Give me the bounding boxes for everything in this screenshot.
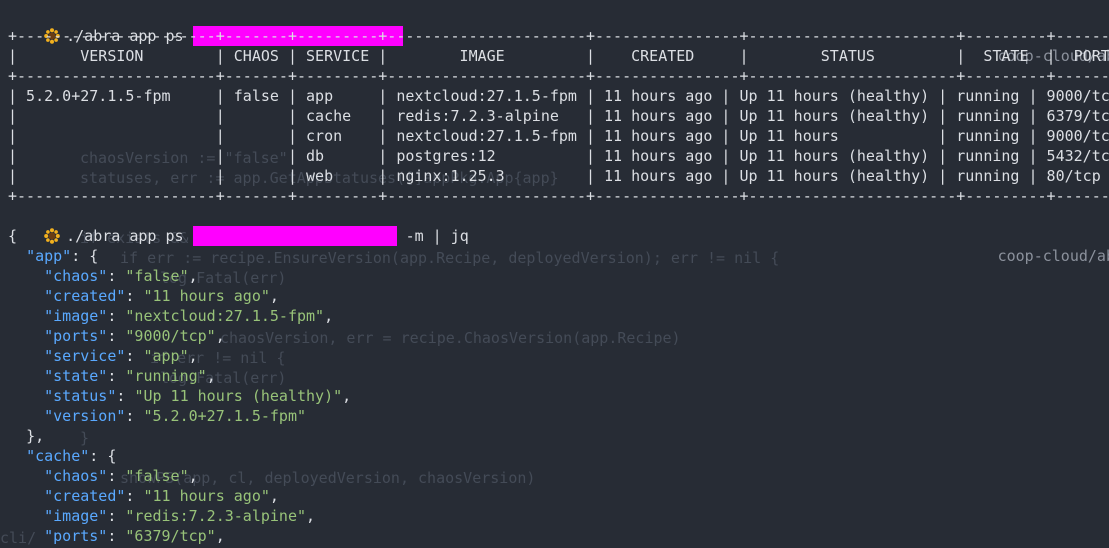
json-field: "state": "running",: [44, 367, 216, 385]
table-border-mid: +----------------------+-------+--------…: [8, 67, 1109, 85]
json-close-app: },: [26, 427, 45, 445]
json-field: "chaos": "false",: [44, 467, 198, 485]
json-field: "image": "redis:7.2.3-alpine",: [44, 507, 316, 525]
prompt-line-2: ./abra app ps -m | jq coop-cloud/ab: [8, 206, 1109, 265]
json-object-cache: "cache": {: [26, 447, 117, 465]
json-open-brace: {: [8, 227, 18, 245]
json-key: "app": [26, 247, 72, 265]
json-object-app: "app": {: [26, 247, 99, 265]
table-border-bottom: +----------------------+-------+--------…: [8, 187, 1109, 205]
ghost-line: if err := recipe.EnsureVersion(app.Recip…: [120, 249, 780, 267]
table-border-top: +----------------------+-------+--------…: [8, 27, 1109, 45]
json-key: "cache": [26, 447, 90, 465]
ghost-line: }: [80, 429, 90, 447]
json-field: "created": "11 hours ago",: [44, 287, 279, 305]
cwd-label: coop-cloud/ab: [997, 247, 1109, 265]
json-field: "created": "11 hours ago",: [44, 487, 279, 505]
table-row: | | | db | postgres:12 | 11 hours ago | …: [8, 147, 1109, 165]
prompt-line-1: ./abra app ps coop-cloud/ab: [8, 6, 1109, 65]
table-row: | 5.2.0+27.1.5-fpm | false | app | nextc…: [8, 87, 1109, 105]
json-field: "version": "5.2.0+27.1.5-fpm": [44, 407, 307, 425]
table-row: | | | web | nginx:1.25.3 | 11 hours ago …: [8, 167, 1109, 185]
json-field: "chaos": "false",: [44, 267, 198, 285]
json-field: "service": "app",: [44, 347, 198, 365]
json-field: "image": "nextcloud:27.1.5-fpm",: [44, 307, 334, 325]
json-field: "ports": "6379/tcp",: [44, 527, 225, 545]
command-flags: -m | jq: [405, 227, 469, 245]
json-field: "status": "Up 11 hours (healthy)",: [44, 387, 352, 405]
table-row: | | | cron | nextcloud:27.1.5-fpm | 11 h…: [8, 127, 1109, 145]
sunflower-icon: [44, 228, 60, 244]
table-row: | | | cache | redis:7.2.3-alpine | 11 ho…: [8, 107, 1109, 125]
table-header: | VERSION | CHAOS | SERVICE | IMAGE | CR…: [8, 47, 1109, 65]
json-field: "ports": "9000/tcp",: [44, 327, 225, 345]
ghost-line: chaosVersion, err = recipe.ChaosVersion(…: [220, 329, 681, 347]
command-text: ./abra app ps: [66, 227, 184, 245]
redacted-app-name: [192, 226, 397, 246]
terminal-window[interactable]: if exists && isChaos == "false" { if err…: [0, 0, 1109, 548]
